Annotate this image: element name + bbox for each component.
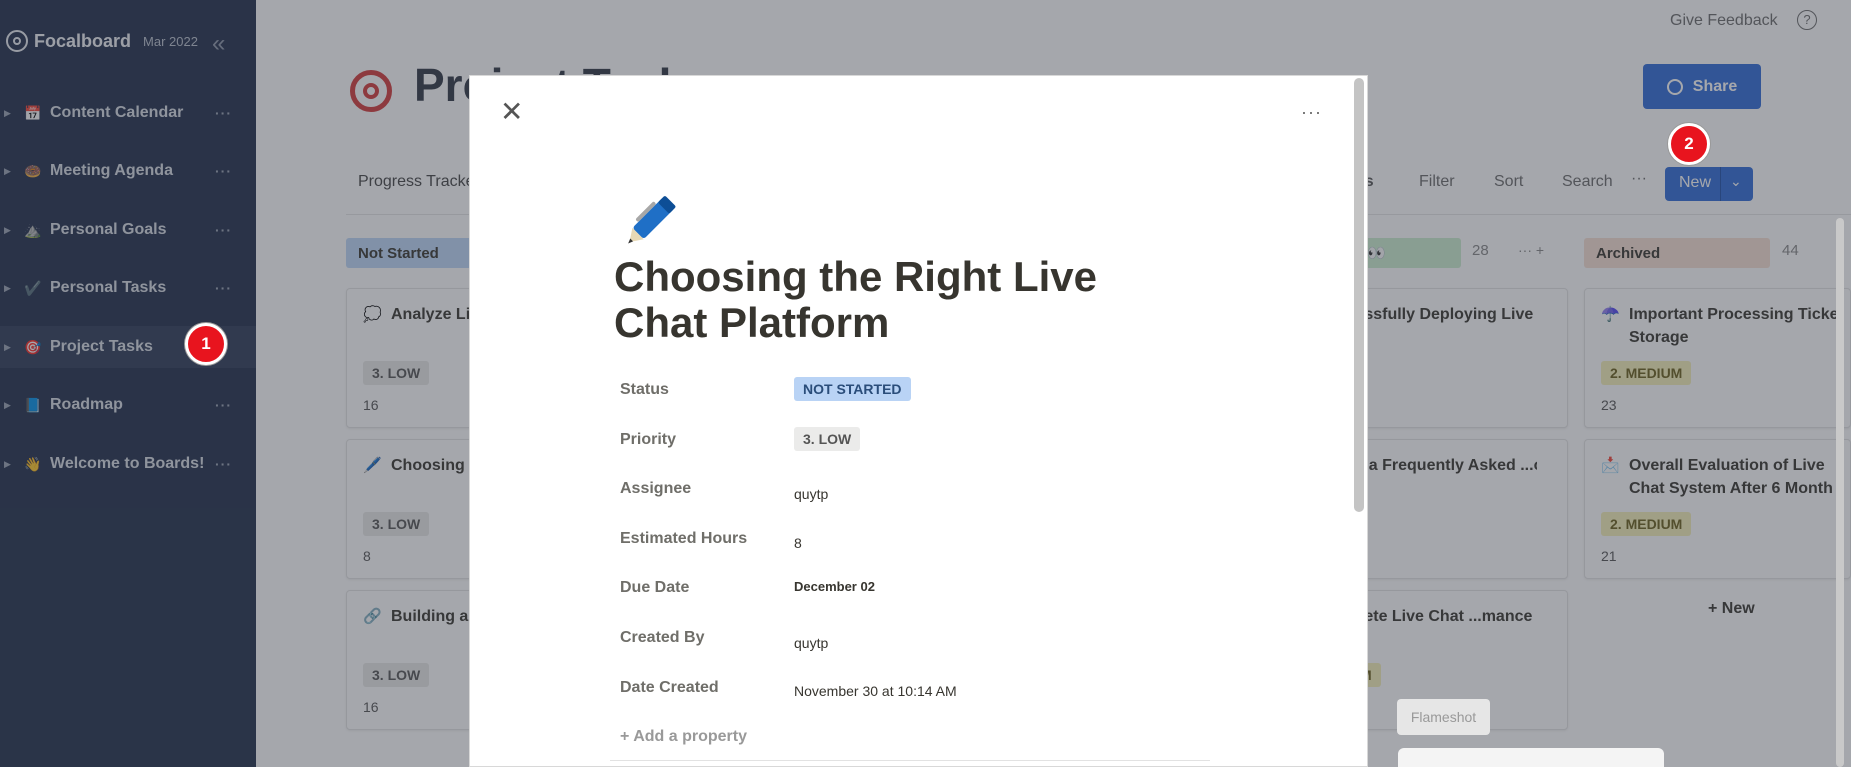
status-badge[interactable]: NOT STARTED — [794, 377, 911, 401]
priority-badge[interactable]: 3. LOW — [794, 427, 861, 451]
property-label-created-by[interactable]: Created By — [620, 629, 704, 647]
property-label-assignee[interactable]: Assignee — [620, 480, 691, 498]
created-by-value: quytp — [794, 635, 829, 651]
property-label-date-created[interactable]: Date Created — [620, 679, 719, 697]
page-scrollbar[interactable] — [1836, 218, 1844, 767]
priority-value[interactable]: 3. LOW — [794, 427, 861, 451]
property-label-estimated-hours[interactable]: Estimated Hours — [620, 530, 747, 548]
close-icon[interactable]: ✕ — [500, 98, 523, 126]
add-property-button[interactable]: + Add a property — [620, 728, 747, 746]
property-label-due-date[interactable]: Due Date — [620, 579, 689, 597]
assignee-value[interactable]: quytp — [794, 486, 828, 502]
pen-icon[interactable] — [618, 181, 692, 255]
flameshot-tooltip: Flameshot — [1397, 699, 1490, 735]
more-options-icon[interactable]: ··· — [1301, 102, 1322, 123]
property-label-status[interactable]: Status — [620, 381, 669, 399]
date-created-value: November 30 at 10:14 AM — [794, 683, 957, 699]
card-detail-dialog: ✕ ··· Choosing the Right Live Chat Platf… — [469, 75, 1368, 767]
property-label-priority[interactable]: Priority — [620, 431, 676, 449]
due-date-value[interactable]: December 02 — [794, 579, 875, 594]
step-marker-2: 2 — [1668, 123, 1710, 165]
divider — [610, 760, 1210, 761]
step-marker-1: 1 — [185, 323, 227, 365]
status-value[interactable]: NOT STARTED — [794, 377, 911, 401]
estimated-hours-value[interactable]: 8 — [794, 535, 802, 551]
popup-panel — [1398, 748, 1664, 767]
card-title[interactable]: Choosing the Right Live Chat Platform — [614, 254, 1174, 346]
dialog-scrollbar[interactable] — [1354, 78, 1364, 512]
